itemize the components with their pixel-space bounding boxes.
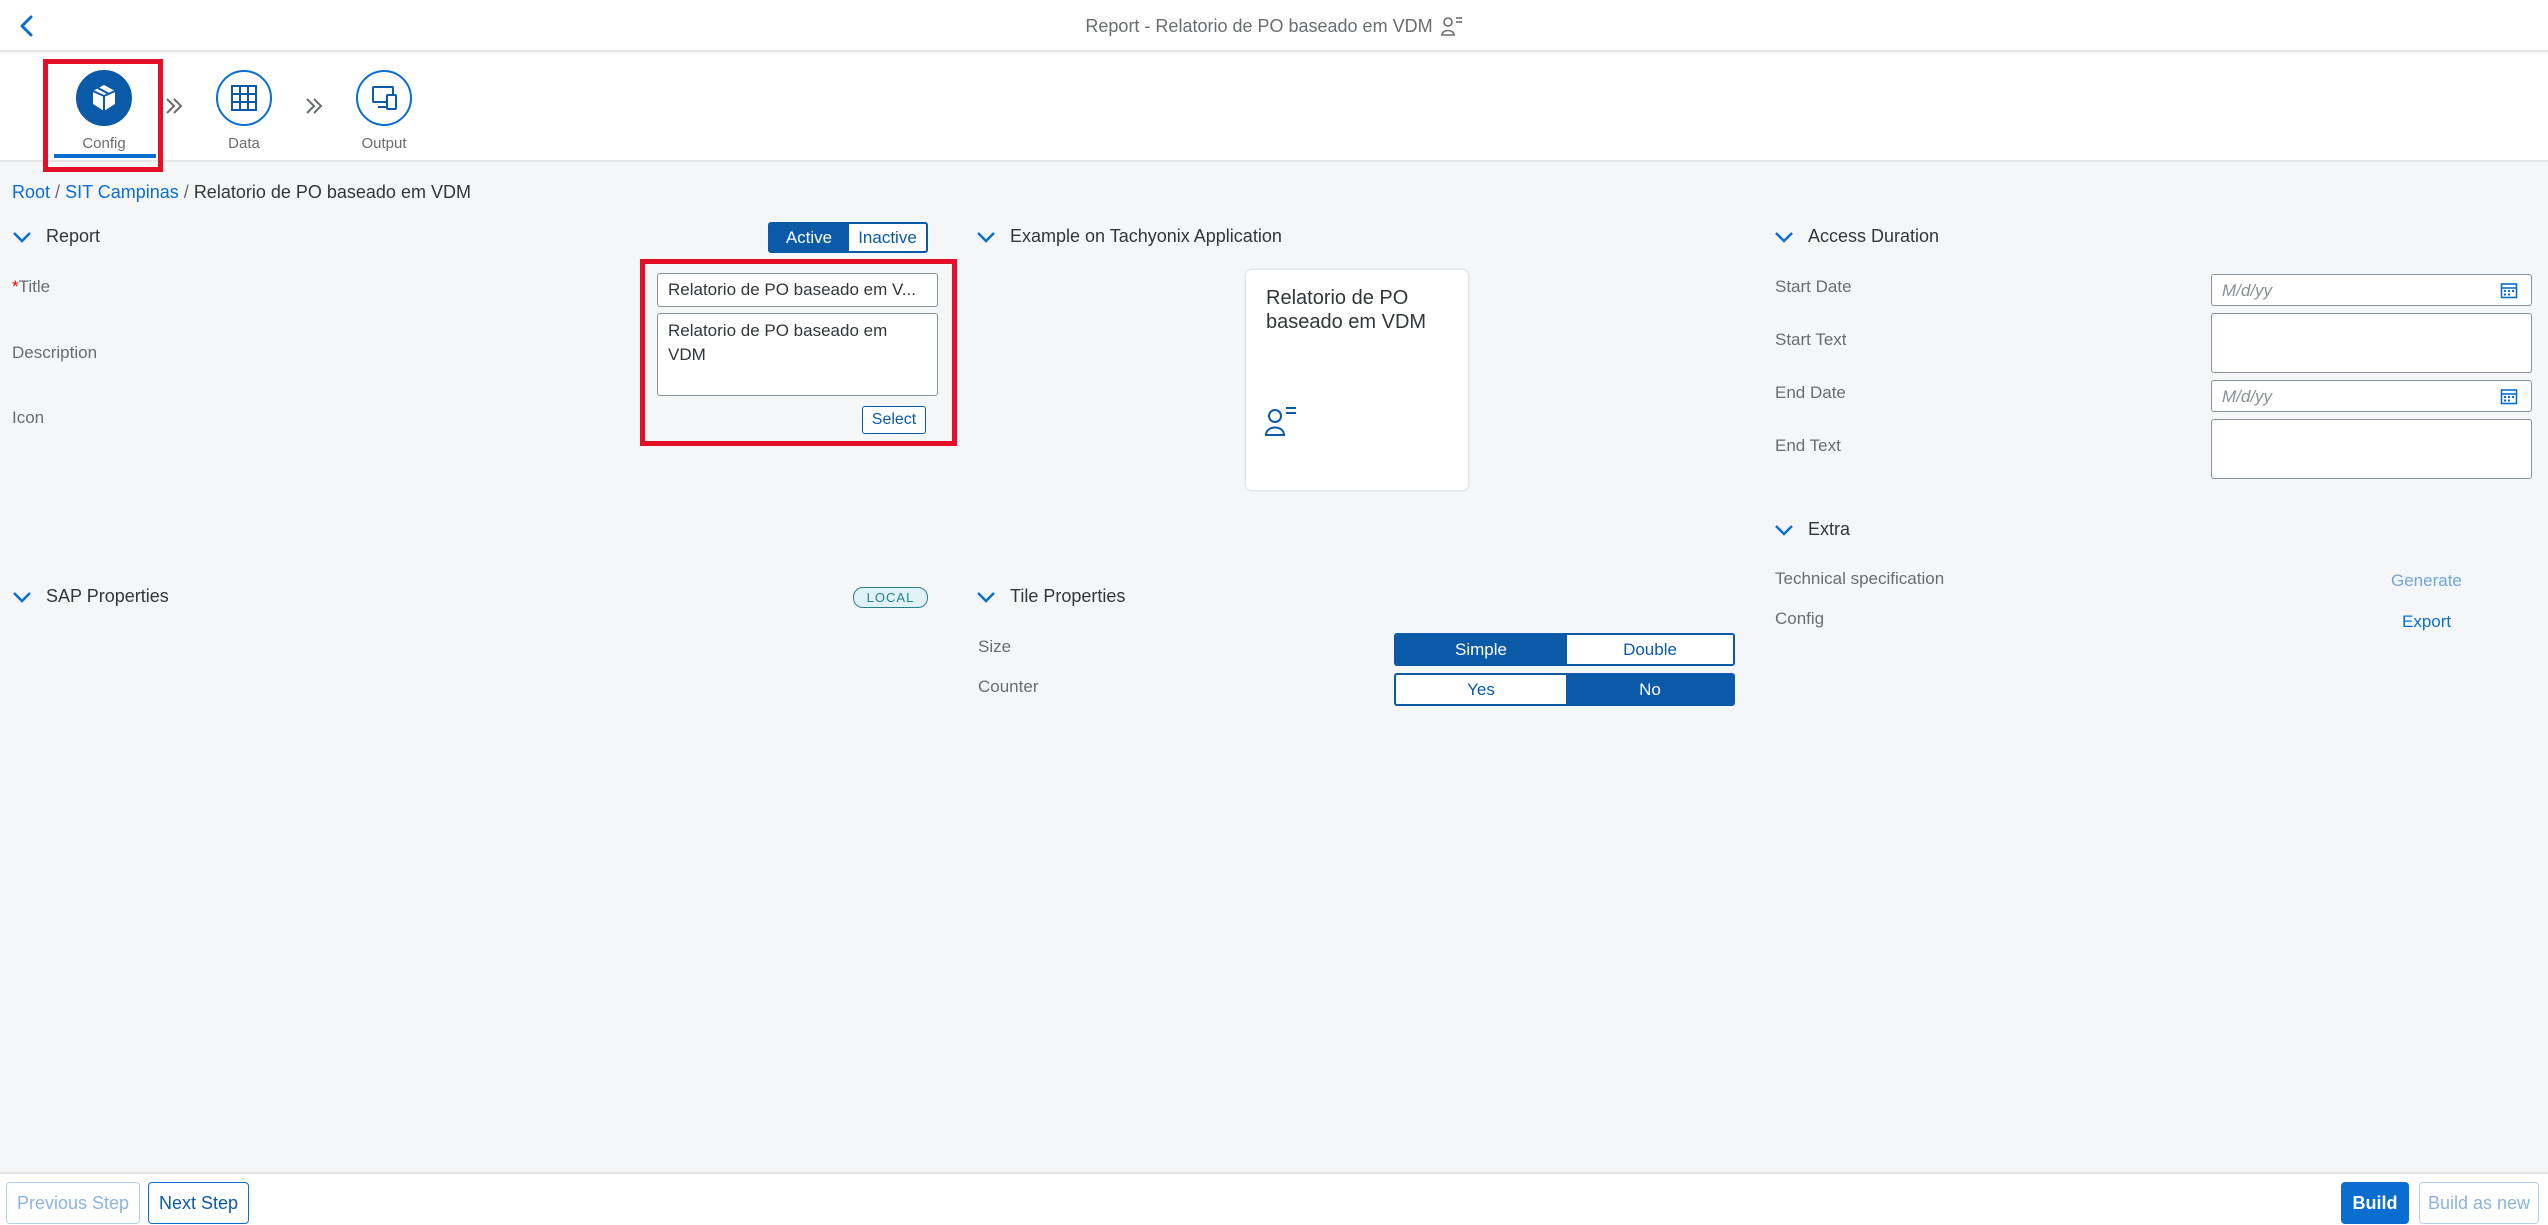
sap-properties-section-toggle[interactable]: SAP Properties bbox=[12, 586, 169, 607]
breadcrumb-separator: / bbox=[55, 182, 66, 202]
wizard-step-data[interactable]: Data bbox=[189, 70, 299, 152]
tile-title: Relatorio de PO baseado em VDM bbox=[1266, 287, 1427, 333]
step-label: Output bbox=[361, 135, 407, 152]
generate-link[interactable]: Generate bbox=[2391, 571, 2462, 591]
chevron-down-icon bbox=[1775, 524, 1793, 536]
step-circle bbox=[216, 70, 272, 126]
section-title: Access Duration bbox=[1808, 226, 1940, 246]
chevron-down-icon bbox=[1775, 231, 1793, 243]
example-section-toggle[interactable]: Example on Tachyonix Application bbox=[976, 226, 1282, 247]
counter-no-option[interactable]: No bbox=[1566, 675, 1733, 704]
devices-icon bbox=[372, 86, 397, 110]
title-label-text: Title bbox=[18, 277, 51, 296]
end-date-placeholder: M/d/yy bbox=[2222, 387, 2273, 406]
previous-step-button[interactable]: Previous Step bbox=[6, 1182, 140, 1224]
calendar-icon[interactable] bbox=[2500, 387, 2518, 405]
double-chevron-icon bbox=[166, 98, 183, 114]
section-title: Example on Tachyonix Application bbox=[1010, 226, 1282, 246]
chevron-down-icon bbox=[13, 591, 31, 603]
step-label: Data bbox=[228, 135, 260, 152]
access-duration-section-toggle[interactable]: Access Duration bbox=[1774, 226, 1939, 247]
tech-spec-label: Technical specification bbox=[1775, 569, 1945, 588]
breadcrumb-root[interactable]: Root bbox=[12, 182, 50, 202]
footer-bar: Previous Step Next Step Build Build as n… bbox=[0, 1172, 2548, 1225]
report-section-toggle[interactable]: Report bbox=[12, 226, 100, 247]
calendar-icon[interactable] bbox=[2500, 281, 2518, 299]
tile-properties-section-toggle[interactable]: Tile Properties bbox=[976, 586, 1125, 607]
start-text-label: Start Text bbox=[1775, 330, 1847, 349]
size-simple-option[interactable]: Simple bbox=[1396, 635, 1566, 664]
export-link[interactable]: Export bbox=[2402, 612, 2451, 632]
counter-toggle: Yes No bbox=[1394, 673, 1735, 706]
status-inactive-option[interactable]: Inactive bbox=[848, 224, 926, 251]
highlight-box-step bbox=[43, 59, 163, 172]
build-button[interactable]: Build bbox=[2341, 1182, 2409, 1224]
step-circle bbox=[356, 70, 412, 126]
icon-label: Icon bbox=[12, 408, 45, 427]
build-as-new-button[interactable]: Build as new bbox=[2419, 1182, 2539, 1224]
breadcrumb: Root / SIT Campinas / Relatorio de PO ba… bbox=[12, 182, 471, 203]
size-label: Size bbox=[978, 637, 1012, 656]
config-label: Config bbox=[1775, 609, 1825, 628]
next-step-button[interactable]: Next Step bbox=[148, 1182, 249, 1224]
header-title-wrap: Report - Relatorio de PO baseado em VDM bbox=[0, 0, 2548, 52]
breadcrumb-separator: / bbox=[183, 182, 194, 202]
chevron-down-icon bbox=[13, 231, 31, 243]
table-grid-icon bbox=[231, 85, 257, 111]
example-tile[interactable]: Relatorio de PO baseado em VDM bbox=[1246, 270, 1468, 490]
local-badge: LOCAL bbox=[853, 587, 928, 608]
description-label: Description bbox=[12, 343, 98, 362]
section-title: Tile Properties bbox=[1010, 586, 1126, 606]
highlight-box-fields bbox=[640, 259, 957, 446]
breadcrumb-current: Relatorio de PO baseado em VDM bbox=[193, 182, 471, 202]
breadcrumb-parent[interactable]: SIT Campinas bbox=[65, 182, 179, 202]
status-toggle: Active Inactive bbox=[768, 222, 928, 253]
size-double-option[interactable]: Double bbox=[1566, 635, 1733, 664]
size-toggle: Simple Double bbox=[1394, 633, 1735, 666]
double-chevron-icon bbox=[306, 98, 323, 114]
start-text-input[interactable] bbox=[2211, 313, 2532, 373]
start-date-label: Start Date bbox=[1775, 277, 1852, 296]
chevron-down-icon bbox=[977, 231, 995, 243]
end-date-label: End Date bbox=[1775, 383, 1846, 402]
start-date-input[interactable]: M/d/yy bbox=[2211, 274, 2532, 306]
end-text-label: End Text bbox=[1775, 436, 1841, 455]
counter-label: Counter bbox=[978, 677, 1039, 696]
end-text-input[interactable] bbox=[2211, 419, 2532, 479]
user-list-icon[interactable] bbox=[1440, 15, 1463, 37]
chevron-down-icon bbox=[977, 591, 995, 603]
start-date-placeholder: M/d/yy bbox=[2222, 281, 2273, 300]
extra-section-toggle[interactable]: Extra bbox=[1774, 519, 1850, 540]
section-title: Extra bbox=[1808, 519, 1851, 539]
counter-yes-option[interactable]: Yes bbox=[1396, 675, 1566, 704]
status-active-option[interactable]: Active bbox=[770, 224, 848, 251]
title-label: *Title bbox=[12, 277, 50, 297]
required-marker: * bbox=[12, 277, 19, 296]
page-title: Report - Relatorio de PO baseado em VDM bbox=[1085, 15, 1433, 36]
end-date-input[interactable]: M/d/yy bbox=[2211, 380, 2532, 412]
wizard-bar: Config Data Output bbox=[0, 54, 2548, 172]
section-title: Report bbox=[46, 226, 101, 246]
user-list-icon bbox=[1264, 407, 1296, 436]
section-title: SAP Properties bbox=[46, 586, 169, 606]
wizard-step-output[interactable]: Output bbox=[329, 70, 439, 152]
